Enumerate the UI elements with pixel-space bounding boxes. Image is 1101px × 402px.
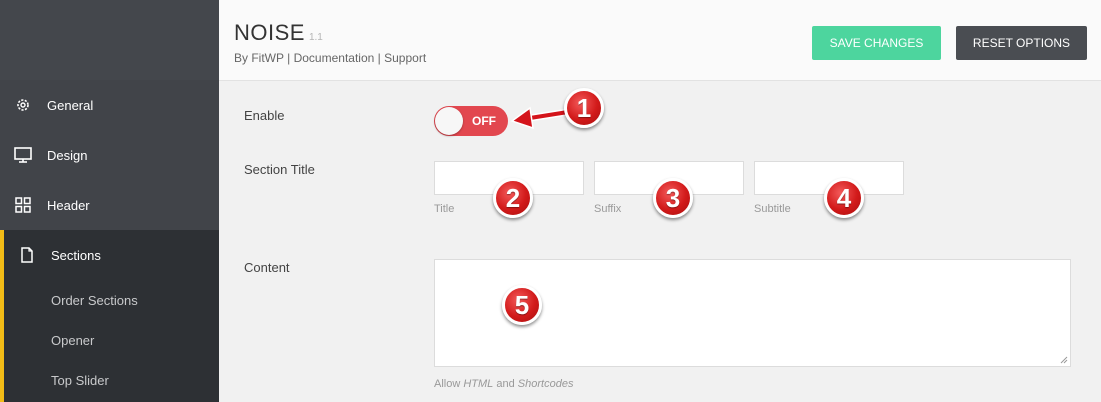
author-label: By FitWP — [234, 51, 284, 65]
allow-html: HTML — [463, 378, 494, 390]
sidebar-item-label: Design — [47, 147, 88, 163]
callout-badge-5: 5 — [502, 285, 542, 325]
toggle-state-text: OFF — [472, 114, 496, 128]
page-icon — [18, 246, 36, 264]
gear-icon — [14, 96, 32, 114]
submenu-item-top-slider[interactable]: Top Slider — [51, 373, 109, 388]
sidebar-item-design[interactable]: Design — [0, 130, 219, 180]
allow-prefix: Allow — [434, 378, 461, 390]
toggle-knob — [435, 107, 463, 135]
page-title: NOISE 1.1 — [234, 20, 323, 46]
sidebar-item-label: General — [47, 97, 94, 113]
sidebar-item-label: Sections — [51, 247, 101, 263]
resize-handle-icon[interactable] — [1060, 356, 1068, 364]
callout-arrow-icon — [510, 106, 570, 130]
support-link[interactable]: Support — [384, 51, 426, 65]
allow-html-note: Allow HTML and Shortcodes — [434, 378, 573, 390]
byline: By FitWP | Documentation | Support — [234, 51, 426, 65]
allow-and: and — [496, 378, 515, 390]
enable-toggle[interactable]: OFF — [434, 106, 508, 136]
callout-badge-4: 4 — [824, 178, 864, 218]
sidebar-item-label: Header — [47, 197, 90, 213]
enable-label: Enable — [244, 108, 285, 123]
title-hint: Title — [434, 203, 455, 215]
submenu-item-order-sections[interactable]: Order Sections — [51, 293, 138, 308]
sidebar-item-header[interactable]: Header — [0, 180, 219, 230]
separator: | — [287, 51, 291, 65]
submenu-item-opener[interactable]: Opener — [51, 333, 94, 348]
sidebar-item-sections[interactable]: Sections — [0, 230, 219, 280]
separator: | — [377, 51, 381, 65]
theme-name: NOISE — [234, 20, 305, 45]
top-bar: NOISE 1.1 By FitWP | Documentation | Supp… — [219, 0, 1101, 81]
reset-options-button[interactable]: RESET OPTIONS — [956, 26, 1087, 60]
allow-shortcodes: Shortcodes — [517, 378, 574, 390]
monitor-icon — [14, 146, 32, 164]
subtitle-hint: Subtitle — [754, 203, 791, 215]
content-label: Content — [244, 260, 290, 275]
sidebar-item-general[interactable]: General — [0, 80, 219, 130]
callout-badge-2: 2 — [493, 178, 533, 218]
callout-badge-1: 1 — [564, 88, 604, 128]
save-changes-button[interactable]: SAVE CHANGES — [812, 26, 941, 60]
version-label: 1.1 — [308, 32, 323, 43]
sidebar-header — [0, 0, 219, 80]
grid-icon — [14, 196, 32, 214]
callout-badge-3: 3 — [653, 178, 693, 218]
section-title-label: Section Title — [244, 162, 315, 177]
documentation-link[interactable]: Documentation — [294, 51, 375, 65]
suffix-hint: Suffix — [594, 203, 622, 215]
